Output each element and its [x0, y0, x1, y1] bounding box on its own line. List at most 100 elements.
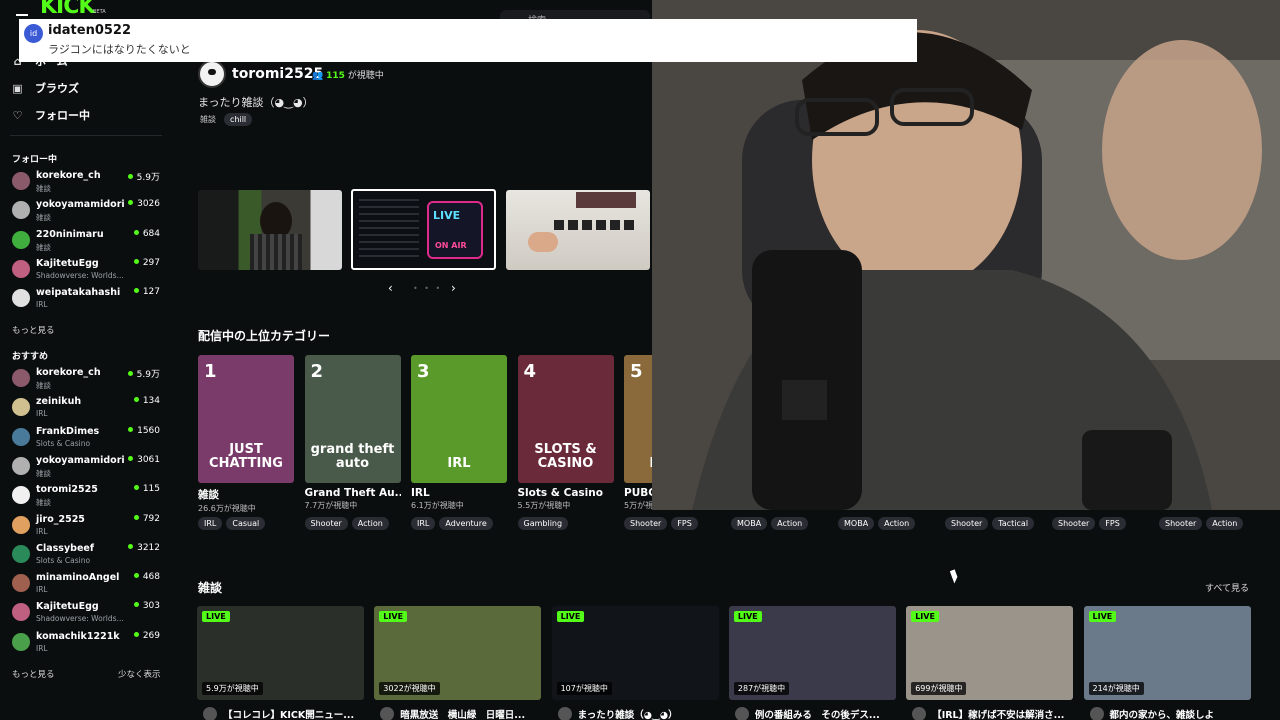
carousel-thumbnail-active[interactable]: LIVE ON AIR: [351, 189, 496, 270]
video-thumbnail[interactable]: LIVE 5.9万が視聴中: [197, 606, 364, 700]
streamer-name[interactable]: toromi2525: [232, 66, 323, 82]
channel-avatar: [12, 515, 30, 534]
category-tag[interactable]: MOBA: [838, 517, 875, 530]
channel-name: komachik1221k: [36, 630, 120, 642]
channel-avatar: [734, 707, 749, 720]
video-title: 暗黒放送 横山緑 日曜日...: [400, 710, 526, 720]
channel-avatar: [12, 289, 30, 308]
show-less-button[interactable]: 少なく表示: [118, 668, 161, 680]
channel-category: IRL: [36, 300, 48, 310]
sidebar-channel[interactable]: FrankDimes Slots & Casino 1560: [10, 424, 160, 452]
video-title-row[interactable]: 例の番組みる その後デス...: [734, 707, 880, 720]
channel-viewers: 5.9万: [128, 367, 160, 380]
show-more-following[interactable]: もっと見る: [12, 324, 55, 336]
channel-name: FrankDimes: [36, 425, 100, 437]
video-viewers: 699が視聴中: [911, 682, 967, 695]
sidebar-channel[interactable]: zeinikuh IRL 134: [10, 394, 160, 422]
channel-avatar: [12, 259, 30, 278]
sidebar-channel[interactable]: yokoyamamidori 雑談 3061: [10, 453, 160, 481]
channel-viewers: 684: [134, 229, 160, 239]
video-thumbnail[interactable]: LIVE 214が視聴中: [1083, 606, 1251, 700]
category-card[interactable]: 4 SLOTS & CASINO Slots & Casino 5.5万が視聴中: [517, 355, 614, 511]
sidebar-channel[interactable]: yokoyamamidori 雑談 3026: [10, 197, 160, 225]
sidebar-channel[interactable]: Classybeef Slots & Casino 3212: [10, 541, 160, 569]
category-viewers: 7.7万が視聴中: [304, 501, 358, 510]
video-title-row[interactable]: 【コレコレ】KICK開ニュー...: [203, 707, 354, 720]
category-card[interactable]: 1 JUST CHATTING 雑談 26.6万が視聴中: [198, 355, 294, 514]
category-tag[interactable]: Casual: [226, 517, 266, 530]
streamer-avatar[interactable]: [198, 60, 226, 88]
live-badge: LIVE: [911, 611, 939, 622]
channel-category: 雑談: [36, 184, 51, 193]
heart-icon: ♡: [12, 108, 23, 122]
sidebar-channel[interactable]: komachik1221k IRL 269: [10, 629, 160, 657]
carousel-next-button[interactable]: ›: [451, 281, 456, 295]
video-title-row[interactable]: 都内の家から、雑談しよ: [1089, 707, 1214, 720]
category-tag[interactable]: Shooter: [1052, 517, 1096, 530]
category-art: 2 grand theft auto: [304, 355, 401, 483]
stream-title: まったり雑談（◕‿◕）: [198, 96, 314, 109]
category-tag[interactable]: Gambling: [517, 517, 569, 530]
category-tag[interactable]: FPS: [671, 517, 698, 530]
category-tag[interactable]: Action: [771, 517, 809, 530]
category-tag[interactable]: MOBA: [731, 517, 768, 530]
viewer-suffix: が視聴中: [347, 71, 384, 81]
carousel-dots: • • •: [413, 284, 443, 293]
channel-name: zeinikuh: [36, 396, 82, 408]
kick-logo[interactable]: KICK: [40, 0, 95, 19]
channel-viewers: 134: [134, 396, 160, 406]
channel-viewers: 269: [134, 631, 160, 641]
category-tag[interactable]: Adventure: [439, 517, 493, 530]
category-art: 3 IRL: [411, 355, 507, 483]
category-tag[interactable]: Shooter: [945, 517, 989, 530]
show-more-recommended[interactable]: もっと見る: [12, 668, 55, 680]
see-all-link[interactable]: すべて見る: [1205, 581, 1249, 594]
category-tag[interactable]: Shooter: [304, 517, 348, 530]
sidebar-channel[interactable]: weipatakahashi IRL 127: [10, 285, 160, 313]
sidebar-channel[interactable]: KajitetuEgg Shadowverse: Worlds... 297: [10, 256, 160, 284]
nav-following[interactable]: ♡ フォロー中: [12, 106, 90, 124]
sidebar-channel[interactable]: jiro_2525 IRL 792: [10, 512, 160, 540]
category-tag[interactable]: Action: [1206, 517, 1244, 530]
video-title-row[interactable]: 【IRL】稼げば不安は解消さ...: [912, 707, 1064, 720]
category-tags: Gambling: [517, 517, 569, 530]
channel-name: korekore_ch: [36, 170, 101, 181]
category-tag[interactable]: FPS: [1099, 517, 1126, 530]
channel-name: korekore_ch: [36, 367, 101, 378]
zatsudan-section-title: 雑談: [198, 581, 223, 595]
sidebar-channel[interactable]: korekore_ch 雑談 5.9万: [10, 168, 160, 196]
sidebar-channel[interactable]: KajitetuEgg Shadowverse: Worlds... 303: [10, 599, 160, 627]
category-tag[interactable]: Action: [351, 517, 389, 530]
sidebar-channel[interactable]: minaminoAngel IRL 468: [10, 570, 160, 598]
video-thumbnail[interactable]: LIVE 107が視聴中: [551, 606, 719, 700]
video-thumbnail[interactable]: LIVE 287が視聴中: [728, 606, 896, 700]
category-tag[interactable]: IRL: [198, 517, 223, 530]
category-tag[interactable]: Shooter: [624, 517, 668, 530]
sidebar-channel[interactable]: 220ninimaru 雑談 684: [10, 227, 160, 255]
channel-name: Classybeef: [36, 542, 94, 554]
category-card[interactable]: 2 grand theft auto Grand Theft Au... 7.7万が視…: [304, 355, 401, 511]
channel-avatar: [12, 574, 30, 593]
carousel-thumbnail[interactable]: [506, 190, 650, 270]
category-tag[interactable]: Action: [878, 517, 916, 530]
video-thumbnail[interactable]: LIVE 3022が視聴中: [374, 606, 542, 700]
category-card[interactable]: 3 IRL IRL 6.1万が視聴中: [411, 355, 507, 511]
category-tag[interactable]: Tactical: [992, 517, 1035, 530]
video-title-row[interactable]: まったり雑談（◕‿◕）: [557, 707, 678, 720]
channel-category: Shadowverse: Worlds...: [36, 270, 124, 280]
tag-category[interactable]: 雑談: [198, 113, 218, 126]
category-tag[interactable]: Shooter: [1159, 517, 1203, 530]
carousel-thumbnail[interactable]: [198, 190, 342, 270]
category-tags: Shooter FPS: [624, 517, 698, 530]
category-tag[interactable]: IRL: [411, 517, 436, 530]
carousel-prev-button[interactable]: ‹: [388, 281, 393, 295]
category-card[interactable]: 5 BATTL PUBG 5万が視: [624, 355, 654, 511]
nav-browse[interactable]: ▣ ブラウズ: [12, 79, 79, 97]
video-thumbnail[interactable]: LIVE 699が視聴中: [906, 606, 1074, 700]
sidebar-channel[interactable]: toromi2525 雑談 115: [10, 482, 160, 510]
category-art: 5 BATTL: [624, 355, 654, 483]
channel-viewers: 1560: [128, 426, 160, 436]
tag-chill[interactable]: chill: [224, 113, 253, 126]
video-title-row[interactable]: 暗黒放送 横山緑 日曜日...: [380, 707, 525, 720]
sidebar-channel[interactable]: korekore_ch 雑談 5.9万: [10, 365, 160, 393]
